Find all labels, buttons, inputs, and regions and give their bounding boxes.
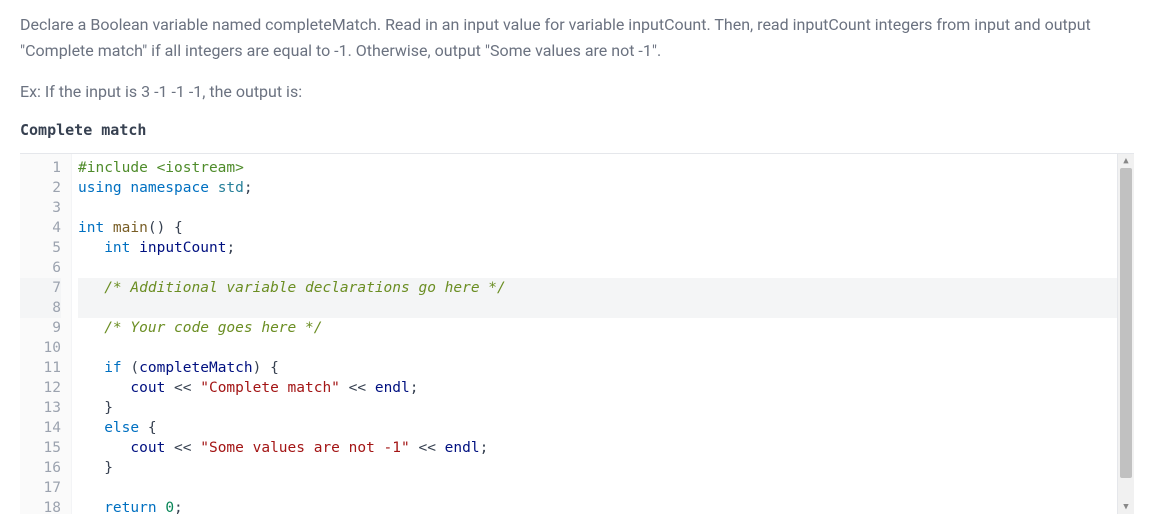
line-number: 14 bbox=[20, 418, 61, 438]
line-number: 6 bbox=[20, 258, 61, 278]
code-line[interactable]: using namespace std; bbox=[78, 178, 1134, 198]
vertical-scrollbar[interactable]: ▲ ▼ bbox=[1117, 154, 1134, 514]
scroll-thumb[interactable] bbox=[1120, 168, 1132, 478]
code-line[interactable] bbox=[78, 478, 1134, 498]
code-line[interactable] bbox=[78, 338, 1134, 358]
code-line[interactable]: /* Your code goes here */ bbox=[78, 318, 1134, 338]
line-number: 17 bbox=[20, 478, 61, 498]
code-line[interactable]: return 0; bbox=[78, 498, 1134, 514]
code-line[interactable] bbox=[78, 298, 1134, 318]
code-line[interactable]: #include <iostream> bbox=[78, 158, 1134, 178]
line-number: 2 bbox=[20, 178, 61, 198]
code-line[interactable]: } bbox=[78, 458, 1134, 478]
code-line[interactable]: if (completeMatch) { bbox=[78, 358, 1134, 378]
line-number: 8 bbox=[20, 298, 61, 318]
line-number: 1 bbox=[20, 158, 61, 178]
scroll-down-arrow[interactable]: ▼ bbox=[1118, 500, 1134, 514]
problem-para-1: Declare a Boolean variable named complet… bbox=[20, 12, 1134, 63]
line-number: 12 bbox=[20, 378, 61, 398]
code-line[interactable] bbox=[78, 198, 1134, 218]
line-number: 5 bbox=[20, 238, 61, 258]
code-line[interactable]: cout << "Complete match" << endl; bbox=[78, 378, 1134, 398]
code-line[interactable]: } bbox=[78, 398, 1134, 418]
problem-statement: Declare a Boolean variable named complet… bbox=[0, 0, 1154, 105]
code-editor[interactable]: 123456789101112131415161718 #include <io… bbox=[20, 153, 1134, 514]
line-gutter: 123456789101112131415161718 bbox=[20, 154, 72, 514]
line-number: 4 bbox=[20, 218, 61, 238]
line-number: 13 bbox=[20, 398, 61, 418]
code-line[interactable] bbox=[78, 258, 1134, 278]
code-line[interactable]: int inputCount; bbox=[78, 238, 1134, 258]
line-number: 3 bbox=[20, 198, 61, 218]
code-line[interactable]: else { bbox=[78, 418, 1134, 438]
line-number: 18 bbox=[20, 498, 61, 514]
line-number: 16 bbox=[20, 458, 61, 478]
code-line[interactable]: int main() { bbox=[78, 218, 1134, 238]
code-area[interactable]: #include <iostream>using namespace std; i… bbox=[72, 154, 1134, 514]
code-line[interactable]: cout << "Some values are not -1" << endl… bbox=[78, 438, 1134, 458]
scroll-up-arrow[interactable]: ▲ bbox=[1118, 154, 1134, 168]
code-line[interactable]: /* Additional variable declarations go h… bbox=[78, 278, 1134, 298]
line-number: 10 bbox=[20, 338, 61, 358]
line-number: 11 bbox=[20, 358, 61, 378]
line-number: 9 bbox=[20, 318, 61, 338]
problem-para-2: Ex: If the input is 3 -1 -1 -1, the outp… bbox=[20, 79, 1134, 105]
sample-output: Complete match bbox=[0, 121, 1154, 153]
line-number: 15 bbox=[20, 438, 61, 458]
line-number: 7 bbox=[20, 278, 61, 298]
